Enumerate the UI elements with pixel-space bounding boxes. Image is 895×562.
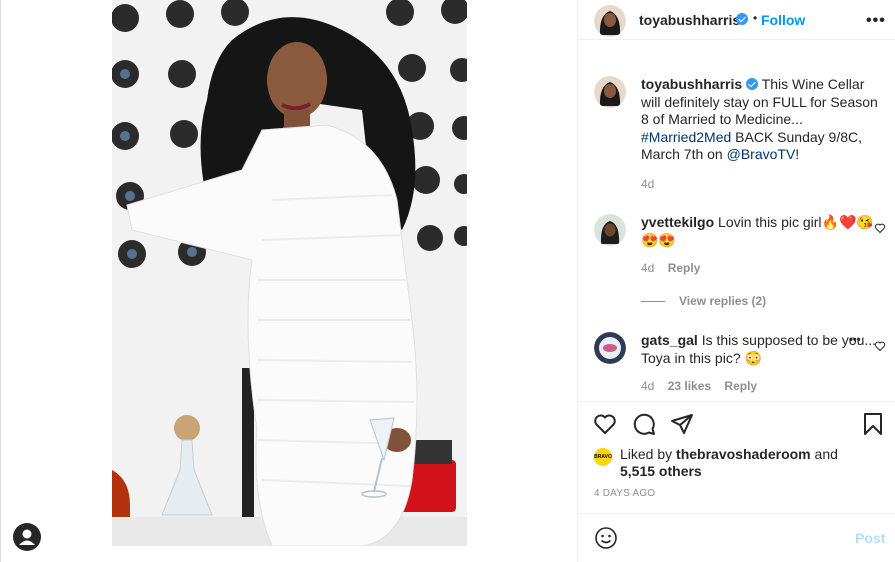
photo-area	[1, 0, 577, 562]
save-bookmark-icon[interactable]	[861, 412, 885, 436]
reply-button[interactable]: Reply	[724, 379, 757, 393]
commenter-avatar[interactable]	[594, 214, 626, 246]
view-replies-button[interactable]: View replies (2)	[641, 294, 766, 308]
caption-meta: 4d	[641, 177, 664, 191]
post-photo-illustration	[112, 0, 467, 546]
comment-meta: 4d 23 likes Reply	[641, 379, 767, 393]
liker-avatar[interactable]: BRAVO SHADE ROOM	[594, 448, 612, 466]
like-comment-heart-icon[interactable]	[874, 222, 886, 234]
comment-more-options-icon[interactable]: •••	[849, 334, 861, 346]
comment-text: yvettekilgo Lovin this pic girl🔥❤️😘😍😍	[641, 214, 881, 249]
verified-badge-icon	[736, 13, 748, 25]
caption-text: toyabushharris This Wine Cellar will def…	[641, 76, 881, 164]
hashtag-link[interactable]: #Married2Med	[641, 129, 731, 145]
more-options-icon[interactable]: •••	[866, 12, 886, 30]
reply-button[interactable]: Reply	[668, 261, 701, 275]
caption-avatar[interactable]	[594, 76, 626, 108]
post-photo[interactable]	[112, 0, 467, 546]
add-comment-bar: Post	[578, 513, 895, 562]
comments-list[interactable]: toyabushharris This Wine Cellar will def…	[578, 56, 895, 400]
liked-by-line: Liked by thebravoshaderoom and	[620, 446, 838, 463]
mention-link[interactable]: @BravoTV	[727, 146, 796, 162]
comment-text: gats_gal Is this supposed to be you... T…	[641, 332, 881, 367]
commenter-username[interactable]: gats_gal	[641, 332, 698, 348]
caption-time[interactable]: 4d	[641, 177, 654, 191]
liked-and: and	[814, 446, 838, 462]
post-actions: BRAVO SHADE ROOM Liked by thebravoshader…	[578, 401, 895, 513]
comment-meta: 4d Reply	[641, 261, 710, 275]
instagram-post-modal: toyabushharris • Follow ••• toyabushharr…	[0, 0, 895, 562]
like-comment-heart-icon[interactable]	[874, 340, 886, 352]
emoji-smile-icon[interactable]	[594, 526, 618, 550]
share-paper-plane-icon[interactable]	[670, 412, 694, 436]
post-comment-button[interactable]: Post	[855, 530, 885, 546]
comment-item: gats_gal Is this supposed to be you... T…	[594, 332, 894, 393]
follow-button[interactable]: Follow	[761, 12, 805, 28]
comment-time[interactable]: 4d	[641, 261, 654, 275]
comment-time[interactable]: 4d	[641, 379, 654, 393]
separator-dot: •	[753, 11, 758, 25]
commenter-avatar[interactable]	[594, 332, 626, 364]
commenter-username[interactable]: yvettekilgo	[641, 214, 714, 230]
comment-bubble-icon[interactable]	[632, 412, 656, 436]
liker-username[interactable]: thebravoshaderoom	[676, 446, 811, 462]
post-timestamp[interactable]: 4 DAYS AGO	[594, 488, 655, 499]
caption: toyabushharris This Wine Cellar will def…	[594, 76, 894, 196]
caption-body-3: !	[795, 146, 800, 162]
post-side-panel: toyabushharris • Follow ••• toyabushharr…	[577, 0, 895, 562]
verified-badge-icon	[746, 78, 759, 90]
caption-username[interactable]: toyabushharris	[641, 76, 742, 92]
author-avatar[interactable]	[594, 5, 626, 37]
liked-by-label: Liked by	[620, 446, 673, 462]
post-header: toyabushharris • Follow •••	[578, 0, 895, 40]
comment-likes[interactable]: 23 likes	[668, 379, 711, 393]
like-heart-icon[interactable]	[593, 412, 617, 436]
author-username[interactable]: toyabushharris	[639, 12, 740, 28]
user-avatar-icon[interactable]	[13, 523, 41, 551]
likes-others-count[interactable]: 5,515 others	[620, 463, 702, 480]
